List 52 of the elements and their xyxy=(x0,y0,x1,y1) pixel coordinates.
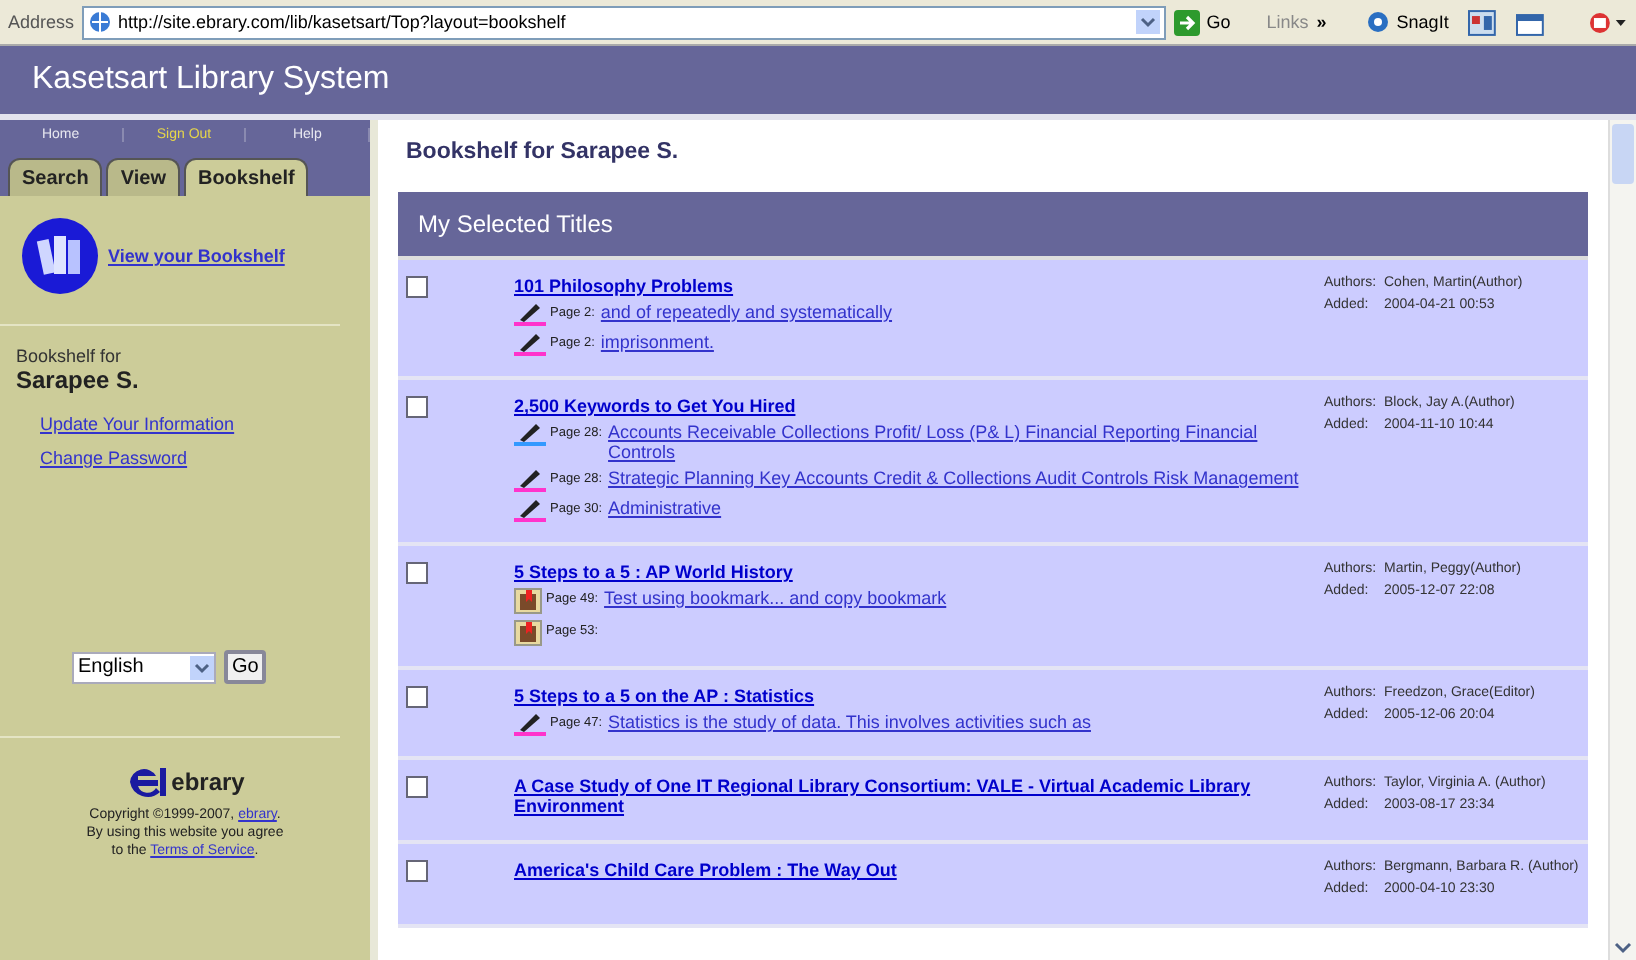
note-link[interactable]: Strategic Planning Key Accounts Credit & Collections Audit Controls Risk Management xyxy=(608,468,1316,488)
bookshelf-caption: Bookshelf for xyxy=(16,346,124,366)
book-title-link[interactable]: 101 Philosophy Problems xyxy=(514,276,1316,296)
menu-icon[interactable] xyxy=(1588,9,1628,35)
book-title-link[interactable]: 5 Steps to a 5 : AP World History xyxy=(514,562,1316,582)
ebrary-logo: ebrary xyxy=(16,766,354,798)
checkbox[interactable] xyxy=(406,276,428,298)
note-link[interactable]: Statistics is the study of data. This involves activities such as xyxy=(608,712,1316,732)
account-link[interactable]: Change Password xyxy=(40,448,354,468)
go-button[interactable]: Go xyxy=(1174,9,1231,35)
checkbox[interactable] xyxy=(406,686,428,708)
url-field[interactable]: http://site.ebrary.com/lib/kasetsart/Top?layout=bookshelf xyxy=(82,5,1167,39)
scrollbar[interactable] xyxy=(1608,120,1636,960)
note-link[interactable]: Accounts Receivable Collections Profit/ Loss (P& L) Financial Reporting Financial Controls xyxy=(608,422,1316,462)
section-title: My Selected Titles xyxy=(418,210,613,238)
note-link[interactable]: imprisonment. xyxy=(600,332,1316,352)
tab[interactable]: View xyxy=(106,158,180,196)
book-title-link[interactable]: A Case Study of One IT Regional Library Consortium: VALE - Virtual Academic Library Environment xyxy=(514,776,1316,816)
view-bookshelf-link[interactable]: View your Bookshelf xyxy=(108,246,285,266)
scroll-down-icon[interactable] xyxy=(1614,942,1632,954)
dropdown-icon[interactable] xyxy=(190,655,214,679)
books-icon xyxy=(20,216,100,296)
go-button[interactable]: Go xyxy=(224,650,267,684)
site-title: Kasetsart Library System xyxy=(32,62,390,98)
checkbox[interactable] xyxy=(406,562,428,584)
tab[interactable]: Bookshelf xyxy=(183,158,309,196)
snagit-button[interactable]: SnagIt xyxy=(1366,10,1449,34)
more-chevron[interactable]: » xyxy=(1316,12,1327,32)
book-title-link[interactable]: 5 Steps to a 5 on the AP : Statistics xyxy=(514,686,1316,706)
checkbox[interactable] xyxy=(406,396,428,418)
globe-icon xyxy=(88,10,113,34)
calendar-icon[interactable] xyxy=(1516,9,1545,35)
scroll-thumb[interactable] xyxy=(1612,124,1634,184)
language-select[interactable]: English xyxy=(72,651,216,683)
checkbox[interactable] xyxy=(406,776,428,798)
owner-name: Sarapee S. xyxy=(16,366,141,394)
book-title-link[interactable]: America's Child Care Problem : The Way Out xyxy=(514,860,1316,880)
book-title-link[interactable]: 2,500 Keywords to Get You Hired xyxy=(514,396,1316,416)
snagit-icon xyxy=(1366,10,1391,34)
links-label[interactable]: Links xyxy=(1266,12,1309,32)
note-link[interactable]: and of repeatedly and systematically xyxy=(600,302,1316,322)
window-icon[interactable] xyxy=(1468,9,1497,35)
note-link[interactable]: Administrative xyxy=(608,498,1316,518)
tab[interactable]: Search xyxy=(8,158,103,196)
bookmark-icon xyxy=(514,620,542,646)
page-title: Bookshelf for Sarapee S. xyxy=(406,140,681,164)
dropdown-icon[interactable] xyxy=(1136,10,1161,34)
address-label: Address xyxy=(8,12,75,32)
note-link[interactable]: Test using bookmark... and copy bookmark xyxy=(604,588,1316,608)
account-link[interactable]: Update Your Information xyxy=(40,414,354,434)
checkbox[interactable] xyxy=(406,860,428,882)
bookmark-icon xyxy=(514,588,542,614)
